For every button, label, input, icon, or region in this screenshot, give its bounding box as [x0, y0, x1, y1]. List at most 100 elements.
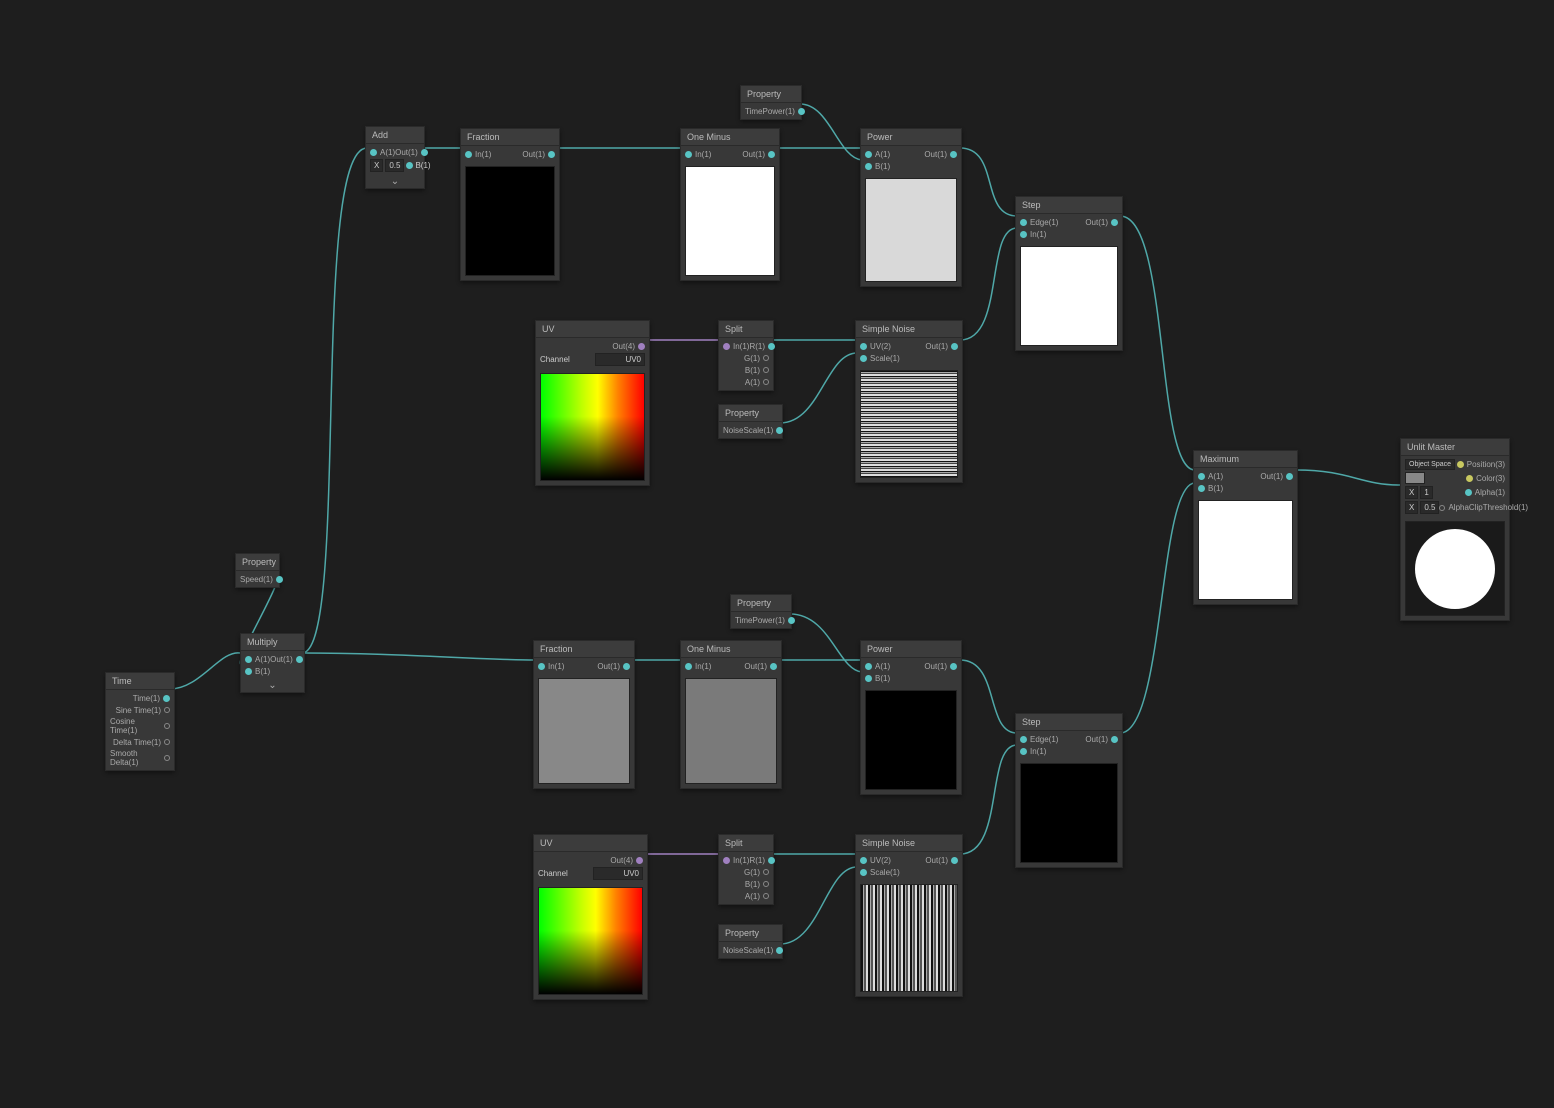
- node-maximum[interactable]: Maximum A(1) Out(1) B(1): [1193, 450, 1298, 605]
- space-dropdown[interactable]: Object Space: [1405, 459, 1455, 470]
- port-time[interactable]: Time(1): [133, 694, 170, 703]
- port-out[interactable]: Out(1): [597, 662, 630, 671]
- node-fraction-2[interactable]: Fraction In(1) Out(1): [533, 640, 635, 789]
- port-edge[interactable]: Edge(1): [1020, 735, 1058, 744]
- node-uv-2[interactable]: UV Out(4) Channel UV0: [533, 834, 648, 1000]
- node-property-timepower-2[interactable]: Property TimePower(1): [730, 594, 792, 629]
- node-property-noisescale-1[interactable]: Property NoiseScale(1): [718, 404, 783, 439]
- port-in[interactable]: In(1): [723, 856, 749, 865]
- port-out[interactable]: Out(1): [744, 662, 777, 671]
- node-time[interactable]: Time Time(1) Sine Time(1) Cosine Time(1)…: [105, 672, 175, 771]
- channel-dropdown[interactable]: UV0: [595, 353, 645, 366]
- port-b[interactable]: B(1): [865, 162, 890, 171]
- port-b[interactable]: B(1): [245, 667, 270, 676]
- port-a[interactable]: A(1): [1198, 472, 1223, 481]
- port-out[interactable]: Out(1): [925, 856, 958, 865]
- port-a[interactable]: A(1): [745, 378, 769, 387]
- port-out[interactable]: Out(1): [1260, 472, 1293, 481]
- channel-dropdown[interactable]: UV0: [593, 867, 643, 880]
- port-b-with-field[interactable]: X0.5 B(1): [370, 159, 431, 172]
- port-out[interactable]: Out(1): [270, 655, 303, 664]
- port-g[interactable]: G(1): [744, 354, 769, 363]
- port-uv[interactable]: UV(2): [860, 856, 891, 865]
- node-title: UV: [536, 321, 649, 338]
- port-out[interactable]: Out(1): [1085, 735, 1118, 744]
- port-alpha[interactable]: Alpha(1): [1465, 488, 1505, 497]
- port-in[interactable]: In(1): [1020, 747, 1046, 756]
- node-add[interactable]: Add A(1) Out(1) X0.5 B(1) ⌄: [365, 126, 425, 189]
- port-out[interactable]: NoiseScale(1): [723, 426, 783, 435]
- node-simple-noise-2[interactable]: Simple Noise UV(2) Out(1) Scale(1): [855, 834, 963, 997]
- port-position[interactable]: Position(3): [1457, 460, 1505, 469]
- node-power-2[interactable]: Power A(1) Out(1) B(1): [860, 640, 962, 795]
- port-out[interactable]: Out(1): [395, 148, 428, 157]
- alpha-x-field[interactable]: X1: [1405, 486, 1433, 499]
- port-r[interactable]: R(1): [749, 342, 775, 351]
- node-step-2[interactable]: Step Edge(1) Out(1) In(1): [1015, 713, 1123, 868]
- node-title: Add: [366, 127, 424, 144]
- port-speed[interactable]: Speed(1): [240, 575, 283, 584]
- node-oneminus-2[interactable]: One Minus In(1) Out(1): [680, 640, 782, 789]
- node-property-speed[interactable]: Property Speed(1): [235, 553, 280, 588]
- port-out[interactable]: Out(1): [925, 342, 958, 351]
- expand-icon[interactable]: ⌄: [241, 679, 304, 692]
- node-title: Step: [1016, 197, 1122, 214]
- port-out[interactable]: Out(1): [522, 150, 555, 159]
- preview: [685, 678, 777, 784]
- node-uv-1[interactable]: UV Out(4) Channel UV0: [535, 320, 650, 486]
- port-in[interactable]: In(1): [723, 342, 749, 351]
- port-out[interactable]: TimePower(1): [735, 616, 795, 625]
- port-out[interactable]: TimePower(1): [745, 107, 805, 116]
- port-out[interactable]: Out(4): [610, 856, 643, 865]
- preview: [1020, 246, 1118, 346]
- port-in[interactable]: In(1): [685, 662, 711, 671]
- port-out[interactable]: NoiseScale(1): [723, 946, 783, 955]
- node-split-1[interactable]: Split In(1) R(1) G(1) B(1) A(1): [718, 320, 774, 391]
- node-unlit-master[interactable]: Unlit Master Object Space Position(3) Co…: [1400, 438, 1510, 621]
- port-smooth-delta[interactable]: Smooth Delta(1): [110, 749, 170, 767]
- port-in[interactable]: In(1): [1020, 230, 1046, 239]
- port-g[interactable]: G(1): [744, 868, 769, 877]
- node-power-1[interactable]: Power A(1) Out(1) B(1): [860, 128, 962, 287]
- node-split-2[interactable]: Split In(1) R(1) G(1) B(1) A(1): [718, 834, 774, 905]
- port-in[interactable]: In(1): [685, 150, 711, 159]
- port-clip[interactable]: AlphaClipThreshold(1): [1439, 503, 1528, 512]
- port-a[interactable]: A(1): [370, 148, 395, 157]
- port-out[interactable]: Out(1): [1085, 218, 1118, 227]
- port-a[interactable]: A(1): [865, 150, 890, 159]
- port-cosine-time[interactable]: Cosine Time(1): [110, 717, 170, 735]
- port-b[interactable]: B(1): [1198, 484, 1223, 493]
- node-property-noisescale-2[interactable]: Property NoiseScale(1): [718, 924, 783, 959]
- port-r[interactable]: R(1): [749, 856, 775, 865]
- port-scale[interactable]: Scale(1): [860, 868, 900, 877]
- node-fraction-1[interactable]: Fraction In(1) Out(1): [460, 128, 560, 281]
- channel-label: Channel: [538, 869, 568, 878]
- port-color[interactable]: Color(3): [1466, 474, 1505, 483]
- port-scale[interactable]: Scale(1): [860, 354, 900, 363]
- port-in[interactable]: In(1): [465, 150, 491, 159]
- port-out[interactable]: Out(4): [612, 342, 645, 351]
- port-edge[interactable]: Edge(1): [1020, 218, 1058, 227]
- port-a[interactable]: A(1): [865, 662, 890, 671]
- port-out[interactable]: Out(1): [924, 150, 957, 159]
- port-in[interactable]: In(1): [538, 662, 564, 671]
- color-field[interactable]: [1405, 472, 1425, 484]
- clip-x-field[interactable]: X0.5: [1405, 501, 1439, 514]
- port-sine-time[interactable]: Sine Time(1): [116, 706, 170, 715]
- node-multiply[interactable]: Multiply A(1) Out(1) B(1) ⌄: [240, 633, 305, 693]
- node-oneminus-1[interactable]: One Minus In(1) Out(1): [680, 128, 780, 281]
- expand-icon[interactable]: ⌄: [366, 175, 424, 188]
- port-b[interactable]: B(1): [745, 366, 769, 375]
- node-property-timepower-1[interactable]: Property TimePower(1): [740, 85, 802, 120]
- port-uv[interactable]: UV(2): [860, 342, 891, 351]
- port-b[interactable]: B(1): [745, 880, 769, 889]
- port-out[interactable]: Out(1): [924, 662, 957, 671]
- port-out[interactable]: Out(1): [742, 150, 775, 159]
- port-a[interactable]: A(1): [245, 655, 270, 664]
- node-simple-noise-1[interactable]: Simple Noise UV(2) Out(1) Scale(1): [855, 320, 963, 483]
- node-step-1[interactable]: Step Edge(1) Out(1) In(1): [1015, 196, 1123, 351]
- port-a[interactable]: A(1): [745, 892, 769, 901]
- port-delta-time[interactable]: Delta Time(1): [113, 738, 170, 747]
- preview: [540, 373, 645, 481]
- port-b[interactable]: B(1): [865, 674, 890, 683]
